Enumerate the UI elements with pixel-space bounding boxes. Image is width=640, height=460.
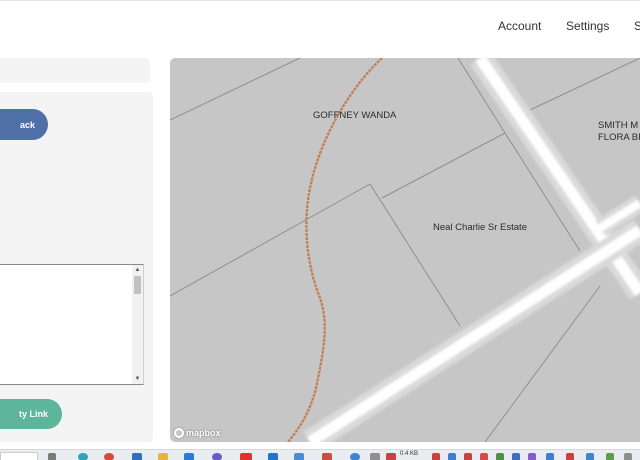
copy-link-button[interactable]: ty Link xyxy=(0,399,62,429)
mapbox-attribution-text: mapbox xyxy=(186,428,221,438)
mapbox-logo-icon xyxy=(174,428,184,438)
tray-icon-c[interactable] xyxy=(464,453,472,460)
taskview-icon[interactable] xyxy=(48,453,56,460)
parcel-label-smith-line1: SMITH M xyxy=(598,120,639,131)
nav-settings-link[interactable]: Settings xyxy=(566,19,609,33)
tray-icon-j[interactable] xyxy=(586,453,594,460)
nav-third-link[interactable]: S xyxy=(634,19,640,33)
acrobat-icon[interactable] xyxy=(322,453,332,460)
taskbar-search-box[interactable] xyxy=(0,452,38,460)
primary-action-button[interactable]: ack xyxy=(0,109,48,140)
scroll-up-icon[interactable]: ▲ xyxy=(132,265,143,275)
chrome-icon[interactable] xyxy=(104,453,114,460)
tray-icon-d[interactable] xyxy=(480,453,488,460)
tray-icon-k[interactable] xyxy=(606,453,614,460)
copy-link-label: ty Link xyxy=(18,409,48,419)
notes-textarea[interactable]: ▲ ▼ xyxy=(0,264,144,385)
map-view[interactable]: GOFFNEY WANDA Neal Charlie Sr Estate SMI… xyxy=(170,58,640,442)
taskbar-network-text: 0.4 KB xyxy=(400,451,419,457)
tray-icon-a[interactable] xyxy=(432,453,440,460)
scroll-down-icon[interactable]: ▼ xyxy=(132,374,143,384)
os-taskbar: 0.4 KB xyxy=(0,449,640,460)
map-canvas xyxy=(170,58,640,442)
tray-icon-b[interactable] xyxy=(448,453,456,460)
parcel-label-goffney: GOFFNEY WANDA xyxy=(313,110,397,121)
tray-icon-f[interactable] xyxy=(512,453,520,460)
tray-icon-l[interactable] xyxy=(624,453,632,460)
tray-icon-h[interactable] xyxy=(546,453,554,460)
outlook-icon[interactable] xyxy=(294,453,304,460)
store-icon[interactable] xyxy=(132,453,142,460)
app-icon-a[interactable] xyxy=(370,453,380,460)
tray-icon-g[interactable] xyxy=(528,453,536,460)
tray-icon-e[interactable] xyxy=(496,453,504,460)
parcel-label-smith-line2: FLORA BR xyxy=(598,132,640,143)
left-panel-header xyxy=(0,58,150,83)
folder-icon[interactable] xyxy=(158,453,168,460)
edge-icon[interactable] xyxy=(78,453,88,460)
app-icon-b[interactable] xyxy=(386,453,396,460)
word-icon[interactable] xyxy=(268,453,278,460)
top-navigation: Account Settings S xyxy=(0,0,640,50)
scroll-thumb[interactable] xyxy=(134,276,141,294)
page: Account Settings S ack ▲ ▼ ty Link GOFFN… xyxy=(0,0,640,460)
nav-account-link[interactable]: Account xyxy=(498,19,541,33)
mail-icon[interactable] xyxy=(184,453,194,460)
teams-icon[interactable] xyxy=(212,453,222,460)
youtube-icon[interactable] xyxy=(240,453,252,460)
tray-icon-i[interactable] xyxy=(566,453,574,460)
parcel-label-neal: Neal Charlie Sr Estate xyxy=(433,222,527,233)
primary-action-label: ack xyxy=(19,119,35,130)
mapbox-attribution[interactable]: mapbox xyxy=(174,428,221,438)
browser-icon[interactable] xyxy=(350,453,360,460)
textarea-scrollbar[interactable]: ▲ ▼ xyxy=(132,265,143,384)
